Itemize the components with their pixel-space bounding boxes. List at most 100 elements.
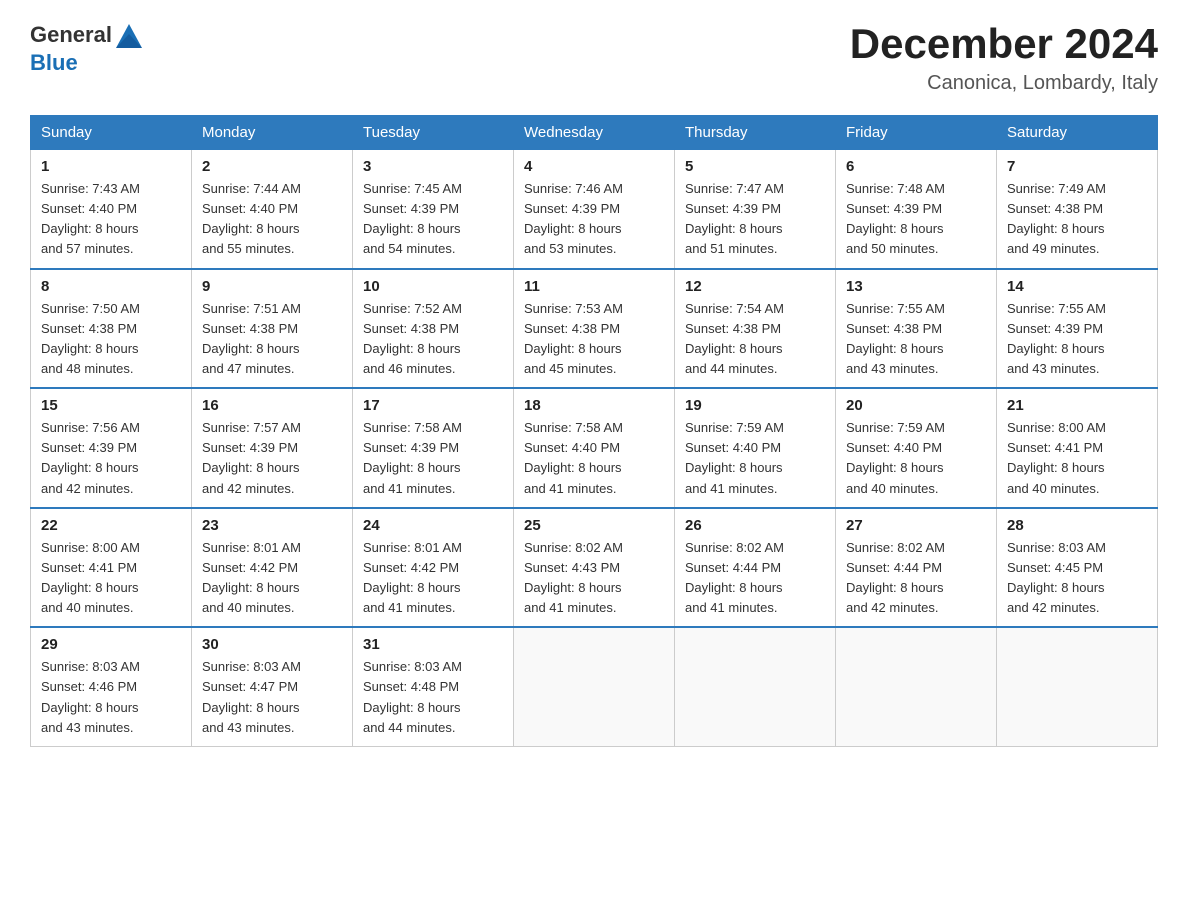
day-number: 22 bbox=[41, 517, 181, 534]
day-info: Sunrise: 7:55 AMSunset: 4:38 PMDaylight:… bbox=[846, 299, 986, 380]
calendar-week-row: 15Sunrise: 7:56 AMSunset: 4:39 PMDayligh… bbox=[31, 388, 1158, 508]
day-info: Sunrise: 8:03 AMSunset: 4:47 PMDaylight:… bbox=[202, 657, 342, 738]
logo-general: General bbox=[30, 22, 112, 48]
table-row bbox=[675, 627, 836, 746]
col-thursday: Thursday bbox=[675, 116, 836, 150]
day-info: Sunrise: 7:44 AMSunset: 4:40 PMDaylight:… bbox=[202, 179, 342, 260]
day-info: Sunrise: 7:59 AMSunset: 4:40 PMDaylight:… bbox=[846, 418, 986, 499]
location-subtitle: Canonica, Lombardy, Italy bbox=[850, 72, 1158, 95]
day-info: Sunrise: 8:00 AMSunset: 4:41 PMDaylight:… bbox=[41, 538, 181, 619]
day-number: 6 bbox=[846, 158, 986, 175]
day-info: Sunrise: 7:46 AMSunset: 4:39 PMDaylight:… bbox=[524, 179, 664, 260]
day-number: 20 bbox=[846, 397, 986, 414]
table-row: 30 Sunrise: 8:03 AMSunset: 4:47 PMDayligh… bbox=[192, 627, 353, 746]
day-info: Sunrise: 8:03 AMSunset: 4:46 PMDaylight:… bbox=[41, 657, 181, 738]
day-number: 31 bbox=[363, 636, 503, 653]
day-number: 9 bbox=[202, 278, 342, 295]
day-number: 29 bbox=[41, 636, 181, 653]
table-row: 14 Sunrise: 7:55 AMSunset: 4:39 PMDayligh… bbox=[997, 269, 1158, 389]
table-row: 4 Sunrise: 7:46 AMSunset: 4:39 PMDaylight… bbox=[514, 150, 675, 269]
table-row: 6 Sunrise: 7:48 AMSunset: 4:39 PMDaylight… bbox=[836, 150, 997, 269]
day-info: Sunrise: 8:02 AMSunset: 4:43 PMDaylight:… bbox=[524, 538, 664, 619]
calendar-week-row: 8 Sunrise: 7:50 AMSunset: 4:38 PMDaylight… bbox=[31, 269, 1158, 389]
day-info: Sunrise: 7:47 AMSunset: 4:39 PMDaylight:… bbox=[685, 179, 825, 260]
table-row: 22 Sunrise: 8:00 AMSunset: 4:41 PMDayligh… bbox=[31, 508, 192, 628]
col-saturday: Saturday bbox=[997, 116, 1158, 150]
table-row: 13 Sunrise: 7:55 AMSunset: 4:38 PMDayligh… bbox=[836, 269, 997, 389]
day-number: 8 bbox=[41, 278, 181, 295]
day-info: Sunrise: 7:58 AMSunset: 4:40 PMDaylight:… bbox=[524, 418, 664, 499]
day-number: 18 bbox=[524, 397, 664, 414]
day-number: 14 bbox=[1007, 278, 1147, 295]
calendar-week-row: 29 Sunrise: 8:03 AMSunset: 4:46 PMDayligh… bbox=[31, 627, 1158, 746]
table-row: 16 Sunrise: 7:57 AMSunset: 4:39 PMDayligh… bbox=[192, 388, 353, 508]
day-info: Sunrise: 8:01 AMSunset: 4:42 PMDaylight:… bbox=[363, 538, 503, 619]
day-info: Sunrise: 7:59 AMSunset: 4:40 PMDaylight:… bbox=[685, 418, 825, 499]
day-number: 11 bbox=[524, 278, 664, 295]
table-row: 23Sunrise: 8:01 AMSunset: 4:42 PMDayligh… bbox=[192, 508, 353, 628]
logo-icon bbox=[114, 20, 144, 50]
day-number: 7 bbox=[1007, 158, 1147, 175]
day-info: Sunrise: 7:54 AMSunset: 4:38 PMDaylight:… bbox=[685, 299, 825, 380]
day-info: Sunrise: 7:57 AMSunset: 4:39 PMDaylight:… bbox=[202, 418, 342, 499]
day-info: Sunrise: 8:02 AMSunset: 4:44 PMDaylight:… bbox=[685, 538, 825, 619]
day-number: 1 bbox=[41, 158, 181, 175]
day-info: Sunrise: 7:56 AMSunset: 4:39 PMDaylight:… bbox=[41, 418, 181, 499]
day-number: 26 bbox=[685, 517, 825, 534]
table-row: 3 Sunrise: 7:45 AMSunset: 4:39 PMDaylight… bbox=[353, 150, 514, 269]
logo-blue: Blue bbox=[30, 50, 78, 75]
table-row: 29 Sunrise: 8:03 AMSunset: 4:46 PMDayligh… bbox=[31, 627, 192, 746]
table-row: 20 Sunrise: 7:59 AMSunset: 4:40 PMDayligh… bbox=[836, 388, 997, 508]
day-number: 27 bbox=[846, 517, 986, 534]
day-number: 19 bbox=[685, 397, 825, 414]
table-row: 12 Sunrise: 7:54 AMSunset: 4:38 PMDayligh… bbox=[675, 269, 836, 389]
title-section: December 2024 Canonica, Lombardy, Italy bbox=[850, 20, 1158, 95]
day-number: 5 bbox=[685, 158, 825, 175]
day-number: 25 bbox=[524, 517, 664, 534]
day-info: Sunrise: 7:58 AMSunset: 4:39 PMDaylight:… bbox=[363, 418, 503, 499]
table-row: 1Sunrise: 7:43 AMSunset: 4:40 PMDaylight… bbox=[31, 150, 192, 269]
table-row: 7 Sunrise: 7:49 AMSunset: 4:38 PMDaylight… bbox=[997, 150, 1158, 269]
table-row: 15Sunrise: 7:56 AMSunset: 4:39 PMDayligh… bbox=[31, 388, 192, 508]
page-header: General Blue December 2024 Canonica, Lom… bbox=[30, 20, 1158, 95]
table-row: 5 Sunrise: 7:47 AMSunset: 4:39 PMDaylight… bbox=[675, 150, 836, 269]
table-row: 19 Sunrise: 7:59 AMSunset: 4:40 PMDayligh… bbox=[675, 388, 836, 508]
day-info: Sunrise: 8:00 AMSunset: 4:41 PMDaylight:… bbox=[1007, 418, 1147, 499]
table-row bbox=[997, 627, 1158, 746]
col-tuesday: Tuesday bbox=[353, 116, 514, 150]
day-info: Sunrise: 7:48 AMSunset: 4:39 PMDaylight:… bbox=[846, 179, 986, 260]
day-info: Sunrise: 7:49 AMSunset: 4:38 PMDaylight:… bbox=[1007, 179, 1147, 260]
day-number: 30 bbox=[202, 636, 342, 653]
day-info: Sunrise: 7:45 AMSunset: 4:39 PMDaylight:… bbox=[363, 179, 503, 260]
day-number: 12 bbox=[685, 278, 825, 295]
table-row: 25 Sunrise: 8:02 AMSunset: 4:43 PMDayligh… bbox=[514, 508, 675, 628]
logo: General Blue bbox=[30, 20, 144, 76]
day-info: Sunrise: 7:51 AMSunset: 4:38 PMDaylight:… bbox=[202, 299, 342, 380]
month-title: December 2024 bbox=[850, 20, 1158, 68]
day-number: 24 bbox=[363, 517, 503, 534]
day-number: 3 bbox=[363, 158, 503, 175]
table-row: 31 Sunrise: 8:03 AMSunset: 4:48 PMDayligh… bbox=[353, 627, 514, 746]
table-row: 17Sunrise: 7:58 AMSunset: 4:39 PMDayligh… bbox=[353, 388, 514, 508]
day-info: Sunrise: 7:55 AMSunset: 4:39 PMDaylight:… bbox=[1007, 299, 1147, 380]
day-info: Sunrise: 7:50 AMSunset: 4:38 PMDaylight:… bbox=[41, 299, 181, 380]
day-number: 16 bbox=[202, 397, 342, 414]
day-info: Sunrise: 8:03 AMSunset: 4:48 PMDaylight:… bbox=[363, 657, 503, 738]
day-number: 13 bbox=[846, 278, 986, 295]
table-row: 21 Sunrise: 8:00 AMSunset: 4:41 PMDayligh… bbox=[997, 388, 1158, 508]
day-number: 21 bbox=[1007, 397, 1147, 414]
day-number: 28 bbox=[1007, 517, 1147, 534]
table-row: 11Sunrise: 7:53 AMSunset: 4:38 PMDayligh… bbox=[514, 269, 675, 389]
calendar-table: Sunday Monday Tuesday Wednesday Thursday… bbox=[30, 115, 1158, 747]
col-sunday: Sunday bbox=[31, 116, 192, 150]
day-number: 4 bbox=[524, 158, 664, 175]
day-info: Sunrise: 8:03 AMSunset: 4:45 PMDaylight:… bbox=[1007, 538, 1147, 619]
table-row bbox=[514, 627, 675, 746]
day-info: Sunrise: 8:02 AMSunset: 4:44 PMDaylight:… bbox=[846, 538, 986, 619]
table-row: 28 Sunrise: 8:03 AMSunset: 4:45 PMDayligh… bbox=[997, 508, 1158, 628]
calendar-header-row: Sunday Monday Tuesday Wednesday Thursday… bbox=[31, 116, 1158, 150]
table-row: 2Sunrise: 7:44 AMSunset: 4:40 PMDaylight… bbox=[192, 150, 353, 269]
day-number: 23 bbox=[202, 517, 342, 534]
col-monday: Monday bbox=[192, 116, 353, 150]
calendar-week-row: 1Sunrise: 7:43 AMSunset: 4:40 PMDaylight… bbox=[31, 150, 1158, 269]
